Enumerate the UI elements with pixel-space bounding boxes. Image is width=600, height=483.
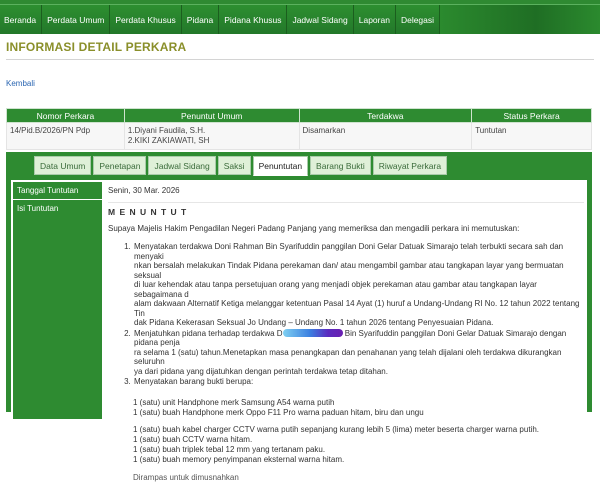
item1-line: dak Pidana Kekerasan Seksual Jo Undang –… xyxy=(134,318,494,327)
cell-penuntut-umum: 1.Diyani Faudila, S.H. 2.KIKI ZAKIAWATI,… xyxy=(123,122,300,150)
nav-laporan[interactable]: Laporan xyxy=(354,5,396,34)
header-status-perkara: Status Perkara xyxy=(471,108,592,123)
value-column: Senin, 30 Mar. 2026 M E N U N T U T Supa… xyxy=(108,182,584,483)
tuntutan-item-3: Menyatakan barang bukti berupa: xyxy=(133,377,584,387)
evidence-list: 1 (satu) unit Handphone merk Samsung A54… xyxy=(133,391,584,483)
nav-beranda[interactable]: Beranda xyxy=(0,5,43,34)
tanggal-tuntutan-value: Senin, 30 Mar. 2026 xyxy=(108,186,180,195)
row-divider xyxy=(108,202,584,203)
item1-line: Menyatakan terdakwa Doni Rahman Bin Syar… xyxy=(134,242,564,261)
penuntut-2: 2.KIKI ZAKIAWATI, SH xyxy=(127,136,210,145)
evidence-item: 1 (satu) buah kabel charger CCTV warna p… xyxy=(133,424,539,434)
tab-penuntutan[interactable]: Penuntutan xyxy=(252,156,309,176)
tanggal-tuntutan-label: Tanggal Tuntutan xyxy=(13,182,102,200)
back-link[interactable]: Kembali xyxy=(6,79,35,88)
item1-line: alam dakwaan Alternatif Ketiga melanggar… xyxy=(134,299,580,318)
detail-panel: Data Umum Penetapan Jadwal Sidang Saksi … xyxy=(6,152,592,482)
item2-pre: Menjatuhkan pidana terhadap terdakwa D xyxy=(134,328,283,338)
page-title: INFORMASI DETAIL PERKARA xyxy=(6,40,187,54)
nav-delegasi[interactable]: Delegasi xyxy=(396,5,441,34)
tab-bar: Data Umum Penetapan Jadwal Sidang Saksi … xyxy=(34,156,449,176)
tab-jadwal-sidang[interactable]: Jadwal Sidang xyxy=(148,156,216,175)
tab-saksi[interactable]: Saksi xyxy=(217,156,251,175)
evidence-item: 1 (satu) buah CCTV warna hitam. xyxy=(133,434,253,444)
header-penuntut-umum: Penuntut Umum xyxy=(123,108,300,123)
tab-content: Tanggal Tuntutan Isi Tuntutan Senin, 30 … xyxy=(11,180,587,482)
cell-terdakwa: Disamarkan xyxy=(298,122,473,150)
menuntut-heading: M E N U N T U T xyxy=(108,207,188,217)
item1-line: nkan bersalah melakukan Tindak Pidana pe… xyxy=(134,261,564,280)
evidence-item: 1 (satu) buah triplek tebal 12 mm yang t… xyxy=(133,444,326,454)
tab-penetapan[interactable]: Penetapan xyxy=(93,156,147,175)
nav-pidana-khusus[interactable]: Pidana Khusus xyxy=(219,5,288,34)
nav-perdata-umum[interactable]: Perdata Umum xyxy=(42,5,111,34)
tab-data-umum[interactable]: Data Umum xyxy=(34,156,92,175)
table-row: 14/Pid.B/2026/PN Pdp 1.Diyani Faudila, S… xyxy=(6,122,592,150)
item1-line: di luar kehendak atau tanpa persetujuan … xyxy=(134,280,537,299)
item2-line: ra selama 1 (satu) tahun.Menetapkan masa… xyxy=(134,347,562,367)
evidence-item: 1 (satu) buah Handphone merk Oppo F11 Pr… xyxy=(133,407,424,417)
label-column: Tanggal Tuntutan Isi Tuntutan xyxy=(13,182,102,420)
nav-perdata-khusus[interactable]: Perdata Khusus xyxy=(110,5,182,34)
nav-bar: Beranda Perdata Umum Perdata Khusus Pida… xyxy=(0,4,600,34)
evidence-item: 1 (satu) buah memory penyimpanan ekstern… xyxy=(133,454,345,464)
tuntutan-item-2: Menjatuhkan pidana terhadap terdakwa D B… xyxy=(133,329,584,377)
evidence-disposition: Dirampas untuk dimusnahkan xyxy=(133,472,239,482)
tab-riwayat-perkara[interactable]: Riwayat Perkara xyxy=(372,156,448,175)
header-terdakwa: Terdakwa xyxy=(298,108,473,123)
cell-status-perkara: Tuntutan xyxy=(471,122,592,150)
nav-jadwal-sidang[interactable]: Jadwal Sidang xyxy=(287,5,354,34)
penuntut-1: 1.Diyani Faudila, S.H. xyxy=(127,126,206,135)
nav-banner-fill xyxy=(440,5,600,34)
tuntutan-list: Menyatakan terdakwa Doni Rahman Bin Syar… xyxy=(133,242,584,387)
top-navigation: Beranda Perdata Umum Perdata Khusus Pida… xyxy=(0,0,600,34)
header-nomor-perkara: Nomor Perkara xyxy=(6,108,125,123)
evidence-item: 1 (satu) unit Handphone merk Samsung A54… xyxy=(133,397,335,407)
item2-line: ya dari pidana yang dijatuhkan dengan pe… xyxy=(134,366,388,376)
cell-nomor-perkara: 14/Pid.B/2026/PN Pdp xyxy=(6,122,125,150)
case-summary-table: Nomor Perkara Penuntut Umum Terdakwa Sta… xyxy=(6,108,592,150)
isi-tuntutan-label: Isi Tuntutan xyxy=(13,200,102,420)
redaction-mark xyxy=(282,329,343,338)
tab-barang-bukti[interactable]: Barang Bukti xyxy=(310,156,371,175)
tuntutan-item-1: Menyatakan terdakwa Doni Rahman Bin Syar… xyxy=(133,242,584,328)
tuntutan-intro: Supaya Majelis Hakim Pengadilan Negeri P… xyxy=(108,224,520,233)
nav-pidana[interactable]: Pidana xyxy=(182,5,220,34)
title-divider xyxy=(6,59,594,60)
